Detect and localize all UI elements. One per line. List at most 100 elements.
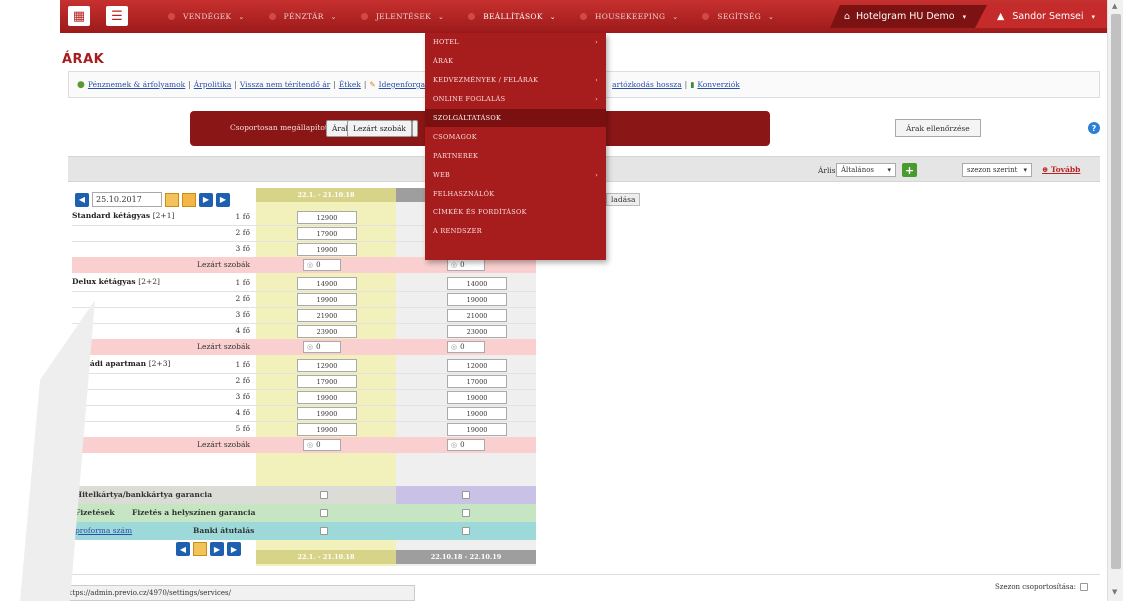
link-currencies[interactable]: Pénznemek & árfolyamok — [88, 80, 185, 89]
locked-rooms-input[interactable]: ◎ 0 — [447, 259, 485, 271]
season-grouping-checkbox[interactable] — [1080, 583, 1088, 591]
onsite-checkbox-1[interactable] — [320, 509, 328, 517]
price-input[interactable]: 14900 — [297, 277, 357, 290]
dropdown-item[interactable]: WEB › — [425, 165, 606, 184]
add-price-list-icon[interactable]: + — [902, 163, 917, 177]
price-input[interactable]: 19000 — [447, 423, 507, 436]
dropdown-item[interactable]: CÍMKÉK ÉS FORDÍTÁSOK — [425, 203, 606, 222]
bank-transfer-label: Banki átutalás — [193, 526, 255, 535]
onsite-payment-row: Fizetések Fizetés a helyszínen garancia — [72, 504, 536, 522]
price-input[interactable]: 21000 — [447, 309, 507, 322]
vertical-scrollbar[interactable]: ▲ ▼ — [1107, 0, 1123, 601]
date-input[interactable]: 25.10.2017 — [92, 192, 162, 207]
bank-checkbox-2[interactable] — [462, 527, 470, 535]
dropdown-item[interactable]: FELHASZNÁLÓK — [425, 184, 606, 203]
proforma-link[interactable]: proforma szám — [75, 526, 132, 535]
credit-card-checkbox-1[interactable] — [320, 491, 328, 499]
help-icon[interactable]: ? — [1088, 122, 1100, 134]
dropdown-item[interactable]: A RENDSZER — [425, 222, 606, 241]
price-input[interactable]: 19900 — [297, 391, 357, 404]
link-stay-length[interactable]: artózkodás hossza — [612, 80, 682, 89]
today-icon[interactable] — [182, 192, 196, 207]
last-arrow-icon[interactable]: ▶ — [216, 192, 230, 207]
next-arrow-icon[interactable]: ▶ — [210, 542, 224, 556]
dropdown-item[interactable]: CSOMAGOK — [425, 127, 606, 146]
next-arrow-icon[interactable]: ▶ — [199, 192, 213, 207]
price-input[interactable]: 14000 — [447, 277, 507, 290]
dropdown-item[interactable]: PARTNEREK — [425, 146, 606, 165]
price-input[interactable]: 17000 — [447, 375, 507, 388]
price-input[interactable]: 19000 — [447, 391, 507, 404]
previous-arrow-icon[interactable]: ◀ — [75, 192, 89, 207]
locked-rooms-input[interactable]: ◎ 0 — [447, 341, 485, 353]
price-list-select[interactable]: Általános ▾ — [836, 163, 896, 177]
price-input[interactable]: 19000 — [447, 407, 507, 420]
menu-3[interactable]: BEÁLLÍTÁSOK ⌄ — [468, 12, 556, 21]
dropdown-item[interactable]: SZOLGÁLTATÁSOK — [425, 108, 606, 128]
calendar-icon[interactable]: ▦ — [68, 6, 90, 26]
price-input[interactable]: 19900 — [297, 407, 357, 420]
user-menu[interactable]: ▲ Sandor Semsei ▾ — [975, 5, 1107, 28]
person-count: 1 fő — [235, 278, 250, 287]
dropdown-item[interactable]: ONLINE FOGLALÁS › — [425, 90, 606, 109]
link-conversions[interactable]: Konverziók — [697, 80, 739, 89]
locked-rooms-label: Lezárt szobák — [197, 260, 250, 269]
price-input[interactable]: 12900 — [297, 359, 357, 372]
link-non-refundable[interactable]: Vissza nem térítendő ár — [240, 80, 330, 89]
person-count: 3 fő — [235, 310, 250, 319]
locked-rooms-input[interactable]: ◎ 0 — [447, 439, 485, 451]
price-input[interactable]: 23900 — [297, 325, 357, 338]
dropdown-item[interactable]: ÁRAK — [425, 52, 606, 71]
price-input[interactable]: 19000 — [447, 293, 507, 306]
list-view-icon[interactable]: ☰ — [106, 6, 128, 26]
menu-5[interactable]: SEGÍTSÉG ⌄ — [702, 12, 774, 21]
link-meals[interactable]: Étkek — [339, 80, 361, 89]
room-name: Delux kétágyas [2+2] — [72, 277, 160, 286]
price-input[interactable]: 12900 — [297, 211, 357, 224]
previous-arrow-icon[interactable]: ◀ — [176, 542, 190, 556]
person-count: 4 fő — [235, 408, 250, 417]
group-more-button[interactable] — [412, 120, 418, 137]
scroll-down-icon[interactable]: ▼ — [1112, 588, 1117, 596]
price-input[interactable]: 23000 — [447, 325, 507, 338]
add-season-button[interactable]: ladása — [606, 193, 641, 206]
menu-1[interactable]: PÉNZTÁR ⌄ — [268, 12, 337, 21]
price-input[interactable]: 17900 — [297, 375, 357, 388]
more-link[interactable]: ⊕ Tovább — [1042, 165, 1080, 174]
price-input[interactable]: 17900 — [297, 227, 357, 240]
locked-rooms-input[interactable]: ◎ 0 — [303, 259, 341, 271]
locked-rooms-input[interactable]: ◎ 0 — [303, 341, 341, 353]
menu-2[interactable]: JELENTÉSEK ⌄ — [360, 12, 444, 21]
season-1-header[interactable]: 22.1. - 21.10.18 — [256, 188, 396, 202]
price-input[interactable]: 19900 — [297, 243, 357, 256]
link-pricing-policy[interactable]: Árpolitika — [194, 80, 232, 89]
onsite-checkbox-2[interactable] — [462, 509, 470, 517]
season-1-footer[interactable]: 22.1. - 21.10.18 — [256, 550, 396, 564]
price-input[interactable]: 19900 — [297, 423, 357, 436]
menu-4[interactable]: HOUSEKEEPING ⌄ — [579, 12, 679, 21]
menu-icon — [360, 13, 368, 20]
calendar-picker-icon[interactable] — [165, 192, 179, 207]
locked-rooms-input[interactable]: ◎ 0 — [303, 439, 341, 451]
price-input[interactable]: 19900 — [297, 293, 357, 306]
menu-0[interactable]: VENDÉGEK ⌄ — [168, 12, 245, 21]
lock-icon: ◎ — [307, 441, 314, 449]
today-icon[interactable] — [193, 542, 207, 556]
link-tourist-tax[interactable]: Idegenforga — [379, 80, 425, 89]
credit-card-checkbox-2[interactable] — [462, 491, 470, 499]
price-input[interactable]: 21900 — [297, 309, 357, 322]
check-prices-button[interactable]: Árak ellenőrzése — [895, 119, 981, 137]
season-grouping: Szezon csoportosítása: — [995, 583, 1088, 591]
last-arrow-icon[interactable]: ▶ — [227, 542, 241, 556]
season-2-footer[interactable]: 22.10.18 - 22.10.19 — [396, 550, 536, 564]
group-locked-rooms-button[interactable]: Lezárt szobák — [347, 120, 412, 137]
dropdown-item[interactable]: KEDVEZMÉNYEK / FELÁRAK › — [425, 71, 606, 90]
bank-checkbox-1[interactable] — [320, 527, 328, 535]
scroll-up-icon[interactable]: ▲ — [1112, 2, 1117, 10]
scroll-thumb[interactable] — [1111, 14, 1121, 569]
chevron-down-icon: ▾ — [1023, 166, 1027, 174]
dropdown-item[interactable]: HOTEL › — [425, 33, 606, 52]
price-input[interactable]: 12000 — [447, 359, 507, 372]
season-mode-select[interactable]: szezon szerint ▾ — [962, 163, 1032, 177]
room-name: Családi apartman [2+3] — [72, 359, 171, 368]
